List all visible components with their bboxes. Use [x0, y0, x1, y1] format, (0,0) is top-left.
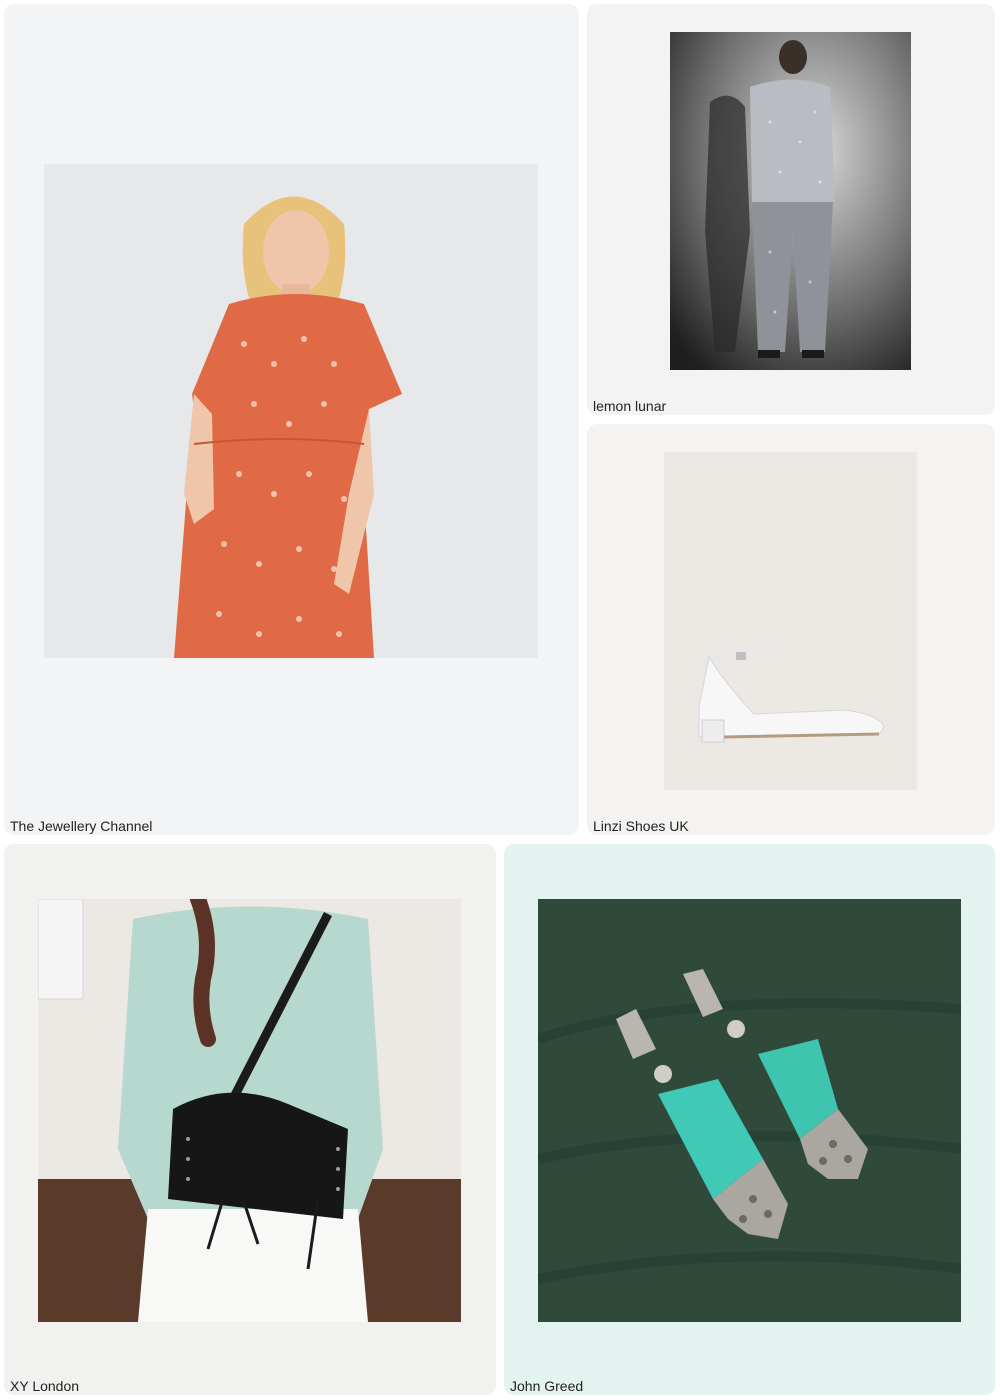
product-card-jewellery-channel[interactable]: The Jewellery Channel	[4, 4, 579, 835]
product-image-bag[interactable]	[38, 899, 461, 1322]
product-image-suit[interactable]	[670, 32, 911, 370]
merchant-name[interactable]: The Jewellery Channel	[10, 818, 152, 834]
merchant-name[interactable]: lemon lunar	[593, 398, 666, 414]
merchant-name[interactable]: Linzi Shoes UK	[593, 818, 689, 834]
product-card-linzi-shoes[interactable]: Linzi Shoes UK	[587, 424, 995, 835]
product-image-earrings[interactable]	[538, 899, 961, 1322]
product-card-xy-london[interactable]: XY London	[4, 844, 496, 1395]
merchant-name[interactable]: John Greed	[510, 1378, 583, 1394]
product-image-shoe[interactable]	[664, 452, 917, 790]
product-card-john-greed[interactable]: John Greed	[504, 844, 995, 1395]
product-card-lemon-lunar[interactable]: lemon lunar	[587, 4, 995, 415]
product-image-dress[interactable]	[44, 164, 538, 658]
merchant-name[interactable]: XY London	[10, 1378, 79, 1394]
